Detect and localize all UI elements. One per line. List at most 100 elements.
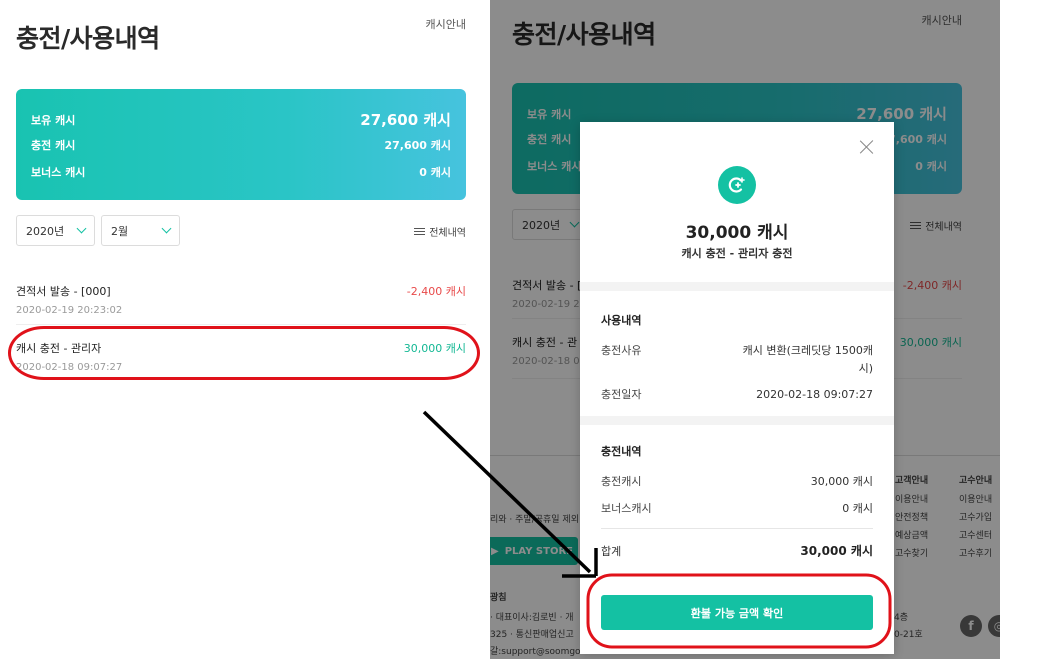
modal-subtitle: 캐시 충전 - 관리자 충전 xyxy=(681,247,793,260)
year-select: 2020년 xyxy=(512,209,588,240)
annotation-oval xyxy=(8,326,480,380)
year-select-value: 2020년 xyxy=(522,218,561,232)
charged-cash-row: 충전캐시 30,000 캐시 xyxy=(601,473,873,491)
bonus-cash-label: 보너스 캐시 xyxy=(527,160,582,173)
divider xyxy=(601,528,873,529)
footer-col1-item: 이용안내 xyxy=(895,495,929,505)
cash-history-page: 충전/사용내역 캐시안내 보유 캐시 27,600 캐시 충전 캐시 27,60… xyxy=(0,0,490,659)
close-icon[interactable] xyxy=(860,140,874,154)
total-label: 합계 xyxy=(601,544,622,558)
filter-sliders-icon xyxy=(910,221,922,230)
bonus-cash-row: 보너스캐시 0 캐시 xyxy=(601,500,873,518)
divider xyxy=(16,324,466,325)
charge-date-label: 충전일자 xyxy=(601,388,642,401)
footer-email: 갈:support@soomgo xyxy=(490,647,581,657)
footer-col1-item: 고수찾기 xyxy=(895,549,929,559)
charge-reason-value-line2: 시) xyxy=(858,361,873,375)
page-title: 충전/사용내역 xyxy=(16,24,160,53)
history-item-date: 2020-02-19 2 xyxy=(512,299,580,310)
history-item-amount: 30,000 캐시 xyxy=(899,336,962,349)
cash-detail-modal: 30,000 캐시 캐시 충전 - 관리자 충전 사용내역 충전사유 캐시 변환… xyxy=(580,122,894,654)
footer-col2-title: 고수안내 xyxy=(959,476,993,486)
play-store-label: PLAY STORE xyxy=(504,545,573,557)
cash-coin-icon xyxy=(718,166,756,204)
charge-date-value: 2020-02-18 09:07:27 xyxy=(756,388,873,401)
charge-reason-value: 캐시 변환(크레딧당 1500캐 시) xyxy=(743,342,873,377)
footer-ceo: · 대표이사:김로빈 · 개 xyxy=(490,613,574,623)
year-select[interactable]: 2020년 xyxy=(16,215,95,246)
history-item-amount: -2,400 캐시 xyxy=(406,285,466,298)
charge-reason-row: 충전사유 캐시 변환(크레딧당 1500캐 시) xyxy=(601,342,873,377)
charged-cash-row: 충전 캐시 27,600 캐시 xyxy=(31,137,451,153)
charge-section-title: 충전내역 xyxy=(601,445,642,458)
total-value: 30,000 캐시 xyxy=(800,544,873,558)
held-cash-label: 보유 캐시 xyxy=(31,113,76,127)
chevron-down-icon xyxy=(76,223,87,234)
history-item-title: 견적서 발송 - [000] xyxy=(16,285,111,298)
charge-date-row: 충전일자 2020-02-18 09:07:27 xyxy=(601,386,873,404)
history-item-date: 2020-02-18 0 xyxy=(512,356,580,367)
cash-summary-card: 보유 캐시 27,600 캐시 충전 캐시 27,600 캐시 보너스 캐시 0… xyxy=(16,89,466,200)
filter-sliders-icon xyxy=(414,227,426,236)
chevron-down-icon xyxy=(161,223,172,234)
chevron-down-icon xyxy=(569,217,580,228)
footer-col2-item: 고수후기 xyxy=(959,549,993,559)
instagram-icon: ◎ xyxy=(988,615,1000,637)
cash-guide-link[interactable]: 캐시안내 xyxy=(426,16,466,32)
footer-col1-title: 고객안내 xyxy=(895,476,929,486)
history-item-date: 2020-02-19 20:23:02 xyxy=(16,305,123,316)
all-history-label: 전체내역 xyxy=(429,228,466,239)
bonus-cash-label: 보너스 캐시 xyxy=(31,166,86,179)
charged-cash-value: 27,600 캐시 xyxy=(384,139,451,152)
year-select-value: 2020년 xyxy=(26,224,65,238)
held-cash-value: 27,600 캐시 xyxy=(856,105,947,123)
footer-col1-item: 안전정책 xyxy=(895,513,929,523)
month-select[interactable]: 2월 xyxy=(101,215,180,246)
held-cash-row: 보유 캐시 27,600 캐시 xyxy=(31,109,451,130)
history-item-title: 캐시 충전 - 관 xyxy=(512,336,578,349)
footer-registration: 325 · 통신판매업신고 xyxy=(490,630,574,640)
charge-reason-value-line1: 캐시 변환(크레딧당 1500캐 xyxy=(742,344,873,357)
charged-cash-label: 충전 캐시 xyxy=(527,133,572,146)
held-cash-value: 27,600 캐시 xyxy=(360,111,451,129)
footer-col2-item: 고수가입 xyxy=(959,513,993,523)
history-item-send-quote[interactable]: 견적서 발송 - [000] 2020-02-19 20:23:02 xyxy=(16,283,122,316)
all-history-filter: 전체내역 xyxy=(910,218,962,233)
footer-col2-item: 고수센터 xyxy=(959,531,993,541)
refund-check-button[interactable]: 환불 가능 금액 확인 xyxy=(601,595,873,630)
modal-amount: 30,000 캐시 xyxy=(685,223,789,243)
history-item: 캐시 충전 - 관 2020-02-18 0 xyxy=(512,334,580,367)
cash-guide-link: 캐시안내 xyxy=(921,14,962,27)
history-item: 견적서 발송 - [ 2020-02-19 2 xyxy=(512,277,581,310)
all-history-filter[interactable]: 전체내역 xyxy=(414,224,466,239)
bonus-cash-value: 0 캐시 xyxy=(419,166,451,179)
total-row: 합계 30,000 캐시 xyxy=(601,542,873,559)
play-store-button: ▶ PLAY STORE xyxy=(490,537,578,565)
footer-col1-item: 예상금액 xyxy=(895,531,929,541)
footer-company: 광침 xyxy=(490,593,507,603)
bonus-cash-value: 0 캐시 xyxy=(915,160,947,173)
page-title: 충전/사용내역 xyxy=(512,20,656,49)
charged-cash-label: 충전 캐시 xyxy=(31,139,76,152)
bonus-cash-value: 0 캐시 xyxy=(842,502,873,515)
section-divider xyxy=(580,282,894,291)
usage-section-title: 사용내역 xyxy=(601,314,642,327)
footer-address-a: 4층 xyxy=(894,613,909,623)
footer-address-b: 0-21호 xyxy=(894,630,923,640)
footer-col2-item: 이용안내 xyxy=(959,495,993,505)
held-cash-row: 보유 캐시 27,600 캐시 xyxy=(527,103,947,124)
bonus-cash-row: 보너스 캐시 0 캐시 xyxy=(31,164,451,180)
all-history-label: 전체내역 xyxy=(925,222,962,233)
charged-cash-label: 충전캐시 xyxy=(601,475,642,488)
charge-reason-label: 충전사유 xyxy=(601,344,642,357)
history-item-title: 견적서 발송 - [ xyxy=(512,279,582,292)
history-item-amount: -2,400 캐시 xyxy=(902,279,962,292)
section-divider xyxy=(580,416,894,425)
bonus-cash-label: 보너스캐시 xyxy=(601,502,652,515)
footer-hours: 리와 · 주말/공휴일 제외 xyxy=(490,515,579,525)
charged-cash-value: 30,000 캐시 xyxy=(810,475,873,488)
facebook-icon: f xyxy=(960,615,982,637)
held-cash-label: 보유 캐시 xyxy=(527,107,572,121)
month-select-value: 2월 xyxy=(111,224,129,238)
play-icon: ▶ xyxy=(491,545,499,557)
